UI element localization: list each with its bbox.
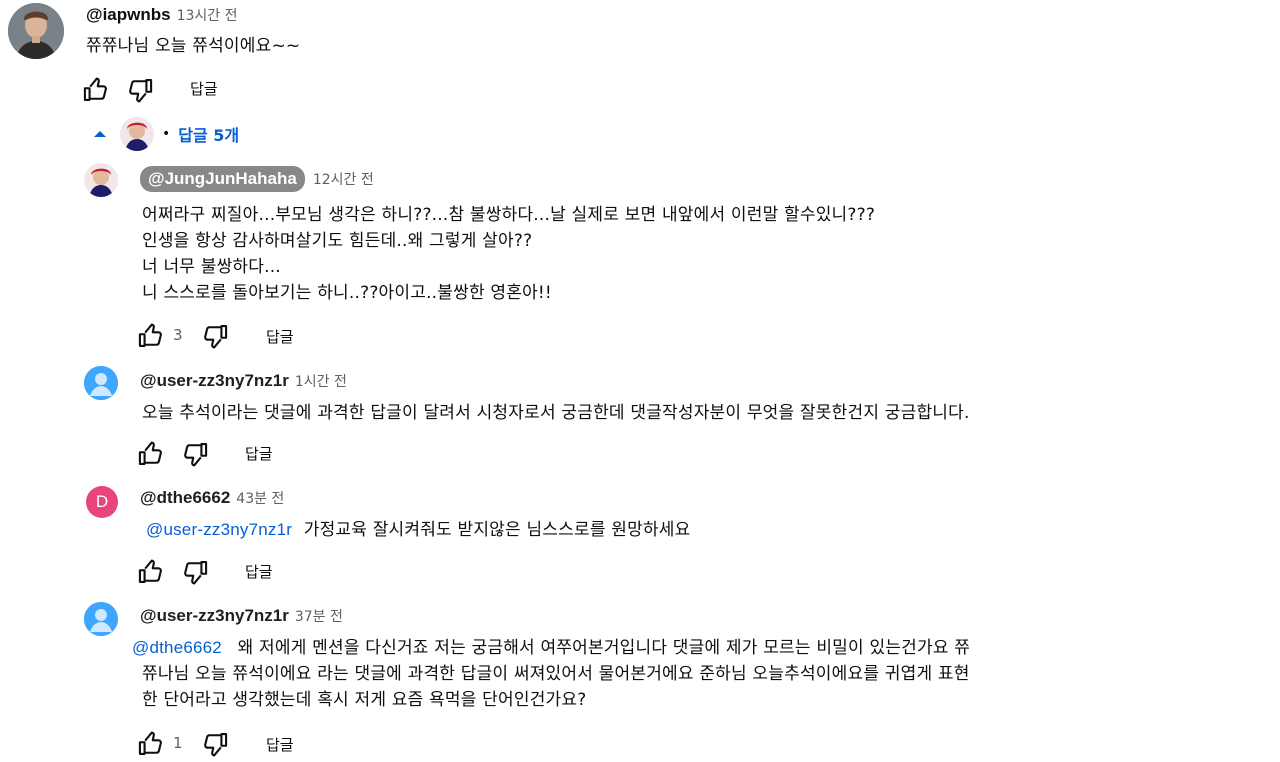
reply-timestamp[interactable]: 43분 전 <box>236 488 284 508</box>
like-count: 1 <box>173 734 183 752</box>
thumb-down-icon <box>181 440 209 468</box>
reply-button[interactable]: 답글 <box>266 734 294 755</box>
thumb-down-icon <box>181 558 209 586</box>
thumb-up-icon <box>82 76 110 104</box>
mention-link[interactable]: @dthe6662 <box>132 638 222 657</box>
dislike-button[interactable] <box>126 76 154 104</box>
reply-text-line: 어쩌라구 찌질아...부모님 생각은 하니??...참 불쌍하다...날 실제로… <box>142 205 876 225</box>
avatar-letter: D <box>95 492 109 511</box>
reply-author-avatar <box>120 117 154 151</box>
reply-text-line: 왜 저에게 멘션을 다신거죠 저는 궁금해서 여쭈어본거입니다 댓글에 제가 모… <box>237 638 971 658</box>
thumb-down-icon <box>201 730 229 758</box>
reply-text-line: 너 너무 불쌍하다... <box>142 257 281 277</box>
thumb-down-icon <box>126 76 154 104</box>
like-button[interactable] <box>137 440 165 468</box>
like-button[interactable] <box>82 76 110 104</box>
dislike-button[interactable] <box>181 558 209 586</box>
reply-timestamp[interactable]: 12시간 전 <box>313 169 374 189</box>
replies-count: 답글 5개 <box>178 126 240 145</box>
like-button[interactable] <box>137 558 165 586</box>
reply-button[interactable]: 답글 <box>245 443 273 464</box>
replies-dot: • <box>162 126 171 142</box>
thumb-down-icon <box>201 322 229 350</box>
reply-text-line: 인생을 항상 감사하며살기도 힘든데..왜 그렇게 살아?? <box>142 231 533 251</box>
reply-button[interactable]: 답글 <box>266 326 294 347</box>
thumb-up-icon <box>137 322 165 350</box>
comment-text: 쮸쮸나님 오늘 쮸석이에요~~ <box>86 36 301 56</box>
reply-avatar-letter[interactable]: D <box>86 486 118 518</box>
reply-text: 가정교육 잘시켜줘도 받지않은 님스스로를 원망하세요 <box>303 520 691 540</box>
like-button[interactable] <box>137 322 165 350</box>
thumb-up-icon <box>137 730 165 758</box>
reply-text-line: 쮸나님 오늘 쮸석이에요 라는 댓글에 과격한 답글이 써져있어서 물어본거에요… <box>142 664 970 684</box>
dislike-button[interactable] <box>181 440 209 468</box>
reply-text-line: 니 스스로를 돌아보기는 하니..??아이고..불쌍한 영혼아!! <box>142 283 552 303</box>
reply-handle[interactable]: @dthe6662 <box>140 488 230 508</box>
commenter-avatar[interactable] <box>8 3 64 59</box>
thumb-up-icon <box>137 440 165 468</box>
reply-avatar[interactable] <box>84 163 118 197</box>
reply-text: 오늘 추석이라는 댓글에 과격한 답글이 달려서 시청자로서 궁금한데 댓글작성… <box>142 403 970 423</box>
reply-text-line: 한 단어라고 생각했는데 혹시 저게 요즘 욕먹을 단어인건가요? <box>142 690 587 710</box>
dislike-button[interactable] <box>201 730 229 758</box>
thumb-up-icon <box>137 558 165 586</box>
reply-timestamp[interactable]: 1시간 전 <box>295 371 347 391</box>
dislike-button[interactable] <box>201 322 229 350</box>
like-button[interactable] <box>137 730 165 758</box>
reply-button[interactable]: 답글 <box>190 78 218 99</box>
like-count: 3 <box>173 326 183 344</box>
reply-timestamp[interactable]: 37분 전 <box>295 606 343 626</box>
replies-toggle[interactable]: • 답글 5개 <box>92 116 239 152</box>
reply-avatar[interactable] <box>84 602 118 636</box>
mention-link[interactable]: @user-zz3ny7nz1r <box>146 520 292 539</box>
commenter-handle[interactable]: @iapwnbs <box>86 5 171 25</box>
chevron-up-icon <box>94 131 106 137</box>
reply-button[interactable]: 답글 <box>245 561 273 582</box>
reply-avatar[interactable] <box>84 366 118 400</box>
reply-handle[interactable]: @user-zz3ny7nz1r <box>140 371 289 391</box>
reply-handle-creator[interactable]: @JungJunHahaha <box>140 166 305 192</box>
comment-timestamp[interactable]: 13시간 전 <box>177 5 238 25</box>
reply-handle[interactable]: @user-zz3ny7nz1r <box>140 606 289 626</box>
